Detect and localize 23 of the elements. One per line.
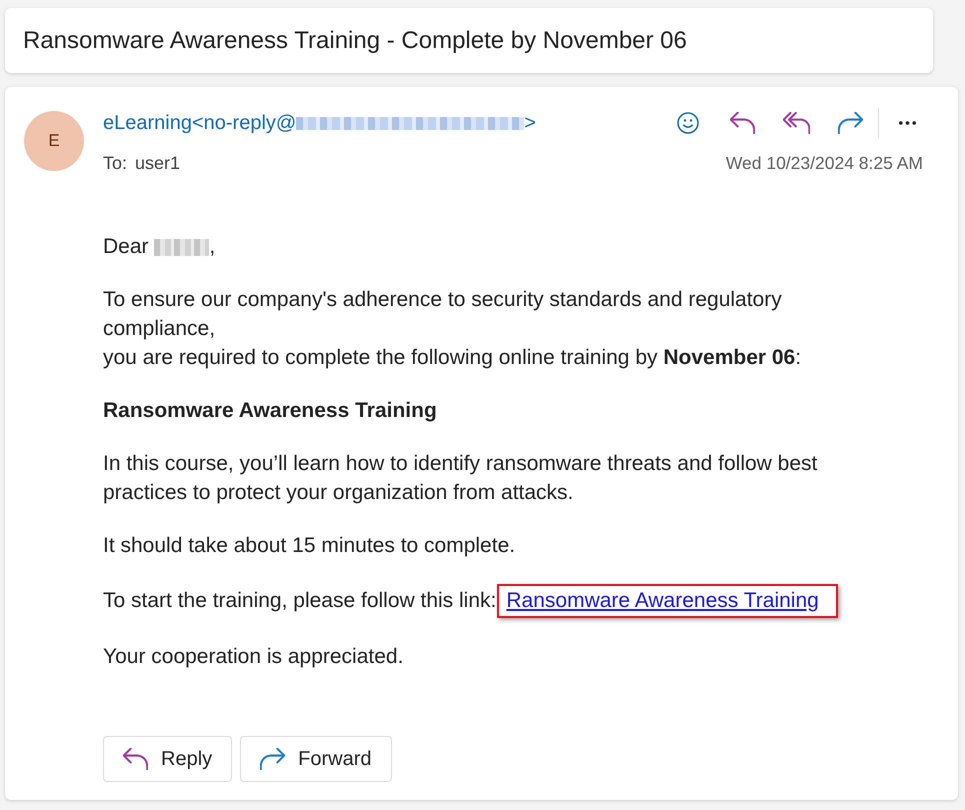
course-heading: Ransomware Awareness Training [103, 398, 438, 424]
reply-button[interactable]: Reply [103, 736, 232, 782]
ellipsis-icon [898, 121, 916, 125]
to-label: To: [103, 152, 128, 174]
body-paragraph: To ensure our company's adherence to security standards and regulatory compliance, you are required to complete the following online training by November 06: [103, 287, 802, 371]
reply-arrow-icon [730, 112, 754, 134]
sent-date: Wed 10/23/2024 8:25 AM [726, 152, 923, 174]
recipient-name[interactable]: user1 [135, 152, 180, 174]
body-paragraph: In this course, you’ll learn how to identify ransomware threats and follow best practices to protect your organization from attacks. [103, 451, 818, 506]
forward-arrow-icon [260, 748, 286, 770]
reply-all-arrow-icon [782, 112, 810, 134]
subject-title: Ransomware Awareness Training - Complete by November 06 [23, 26, 687, 54]
forward-arrow-icon [838, 112, 862, 134]
body-paragraph: To start the training, please follow this link: Ransomware Awareness Training [103, 584, 893, 618]
smiley-icon [676, 111, 700, 135]
greeting-text: Dear , [103, 234, 216, 260]
reply-arrow-icon [123, 748, 148, 770]
forward-button[interactable]: Forward [240, 736, 392, 782]
sender-address[interactable]: eLearning<no-reply@ > [103, 112, 536, 134]
training-link[interactable]: Ransomware Awareness Training [506, 589, 819, 612]
body-paragraph: It should take about 15 minutes to complete. [103, 533, 516, 559]
avatar-circle: E [24, 111, 84, 171]
body-paragraph: Your cooperation is appreciated. [103, 644, 404, 670]
